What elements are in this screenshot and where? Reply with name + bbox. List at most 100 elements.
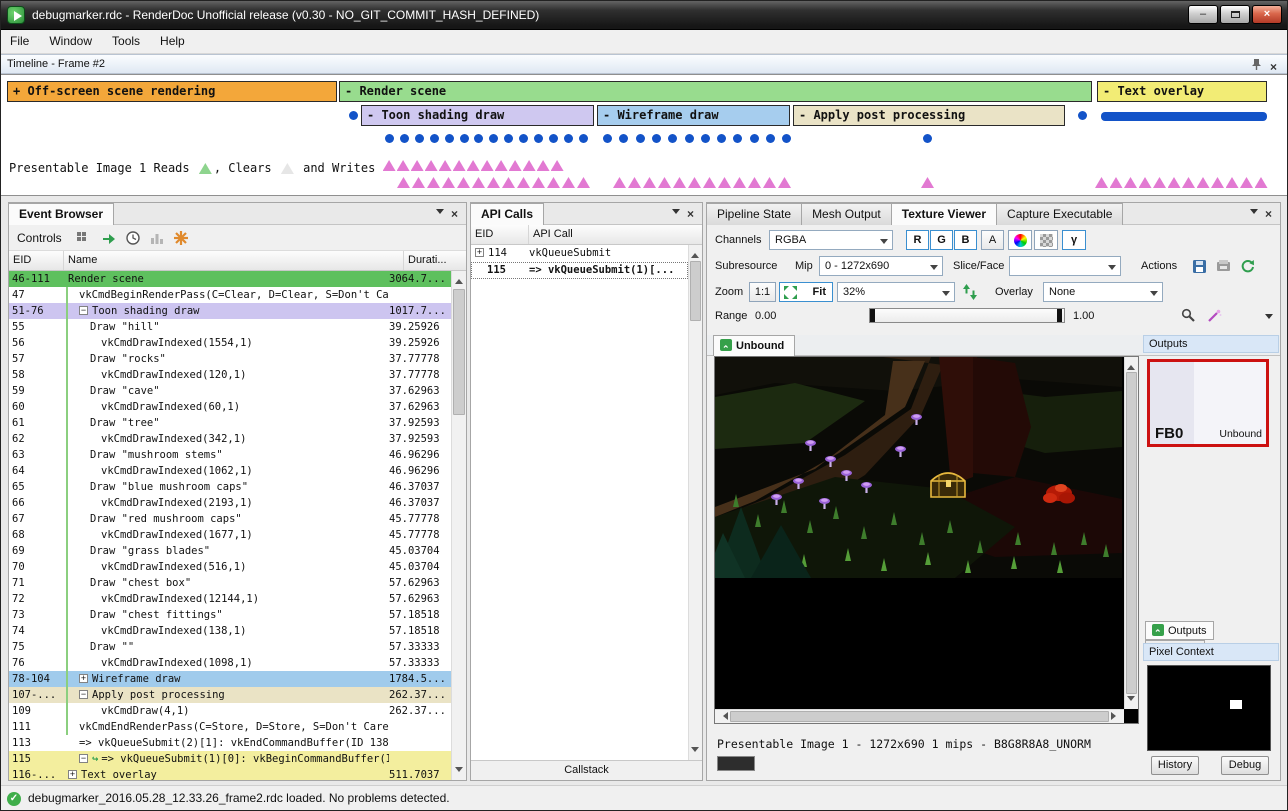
expand-toggle-icon[interactable]: +	[475, 248, 484, 257]
range-options-icon[interactable]	[1265, 314, 1273, 323]
timeline-panel[interactable]: + Off-screen scene rendering - Render sc…	[0, 74, 1288, 196]
draw-marker-dot[interactable]	[430, 134, 439, 143]
gamma-button[interactable]: γ	[1062, 230, 1086, 250]
panel-close-icon[interactable]: ×	[1261, 207, 1276, 221]
scroll-down-icon[interactable]	[455, 767, 463, 776]
scrollbar-thumb[interactable]	[730, 711, 1109, 722]
draw-marker-dot[interactable]	[923, 134, 932, 143]
draw-marker-dot[interactable]	[579, 134, 588, 143]
magnifier-icon[interactable]	[1181, 308, 1196, 323]
event-row-74[interactable]: 74vkCmdDrawIndexed(138,1)57.18518	[9, 623, 451, 639]
api-row-115[interactable]: 115=> vkQueueSubmit(1)[...	[471, 262, 688, 279]
event-row-66[interactable]: 66vkCmdDrawIndexed(2193,1)46.37037	[9, 495, 451, 511]
event-row-63[interactable]: 63Draw "mushroom stems"46.96296	[9, 447, 451, 463]
refresh-icon[interactable]	[1240, 259, 1255, 274]
event-row-71[interactable]: 71Draw "chest box"57.62963	[9, 575, 451, 591]
panel-menu-icon[interactable]	[436, 209, 444, 218]
panel-close-icon[interactable]: ×	[447, 207, 462, 221]
draw-marker-dot[interactable]	[445, 134, 454, 143]
zoom-fit-button[interactable]: Fit	[779, 282, 833, 302]
scrollbar-thumb[interactable]	[1126, 372, 1137, 694]
expand-toggle-icon[interactable]: +	[68, 770, 77, 779]
timeline-header[interactable]: Timeline - Frame #2 ×	[0, 54, 1288, 74]
draw-marker-dot[interactable]	[519, 134, 528, 143]
event-row-113[interactable]: 113=> vkQueueSubmit(2)[1]: vkEndCommandB…	[9, 735, 451, 751]
panel-menu-icon[interactable]	[1250, 209, 1258, 218]
draw-marker-dot[interactable]	[534, 134, 543, 143]
event-row-62[interactable]: 62vkCmdDrawIndexed(342,1)37.92593	[9, 431, 451, 447]
zoom-1to1-button[interactable]: 1:1	[749, 282, 776, 302]
draw-marker-dot[interactable]	[685, 134, 694, 143]
draw-marker-dot[interactable]	[549, 134, 558, 143]
tab-pipeline-state[interactable]: Pipeline State	[706, 203, 802, 225]
draw-marker-dot[interactable]	[766, 134, 775, 143]
event-row-47[interactable]: 47vkCmdBeginRenderPass(C=Clear, D=Clear,…	[9, 287, 451, 303]
timeline-bar-offscreen[interactable]: + Off-screen scene rendering	[7, 81, 337, 102]
event-row-46-111[interactable]: 46-111Render scene3064.7...	[9, 271, 451, 287]
draw-marker-dot[interactable]	[782, 134, 791, 143]
draw-marker-dot[interactable]	[474, 134, 483, 143]
event-row-64[interactable]: 64vkCmdDrawIndexed(1062,1)46.96296	[9, 463, 451, 479]
event-row-73[interactable]: 73Draw "chest fittings"57.18518	[9, 607, 451, 623]
panel-close-icon[interactable]: ×	[683, 207, 698, 221]
column-duration[interactable]: Durati...	[404, 251, 466, 270]
menu-window[interactable]: Window	[39, 30, 102, 52]
scrollbar-thumb[interactable]	[453, 289, 465, 415]
close-button[interactable]: ×	[1252, 5, 1282, 24]
tab-texture-viewer[interactable]: Texture Viewer	[891, 203, 997, 225]
maximize-button[interactable]	[1220, 5, 1250, 24]
timeline-bar-post-processing[interactable]: - Apply post processing	[793, 105, 1065, 126]
event-row-69[interactable]: 69Draw "grass blades"45.03704	[9, 543, 451, 559]
event-row-55[interactable]: 55Draw "hill"39.25926	[9, 319, 451, 335]
event-row-70[interactable]: 70vkCmdDrawIndexed(516,1)45.03704	[9, 559, 451, 575]
event-row-51-76[interactable]: 51-76−Toon shading draw1017.7...	[9, 303, 451, 319]
channel-g-button[interactable]: G	[930, 230, 953, 250]
draw-marker-dot[interactable]	[1078, 111, 1087, 120]
event-row-78-104[interactable]: 78-104+Wireframe draw1784.5...	[9, 671, 451, 687]
flip-y-icon[interactable]	[963, 284, 977, 300]
mip-select[interactable]: 0 - 1272x690	[819, 256, 943, 276]
save-icon[interactable]	[1192, 259, 1207, 274]
draw-marker-dot[interactable]	[400, 134, 409, 143]
clock-icon[interactable]	[125, 230, 141, 246]
event-row-72[interactable]: 72vkCmdDrawIndexed(12144,1)57.62963	[9, 591, 451, 607]
collapse-toggle-icon[interactable]: −	[79, 690, 88, 699]
timeline-bar-toon-shading[interactable]: - Toon shading draw	[361, 105, 594, 126]
texture-image[interactable]	[715, 357, 1122, 578]
range-black-handle[interactable]	[870, 309, 875, 322]
draw-marker-dot[interactable]	[415, 134, 424, 143]
draw-marker-dot[interactable]	[636, 134, 645, 143]
menu-help[interactable]: Help	[150, 30, 195, 52]
event-row-109[interactable]: 109vkCmdDraw(4,1)262.37...	[9, 703, 451, 719]
panel-menu-icon[interactable]	[672, 209, 680, 218]
event-row-60[interactable]: 60vkCmdDrawIndexed(60,1)37.62963	[9, 399, 451, 415]
fb0-thumbnail[interactable]: FB0 Unbound	[1147, 359, 1269, 447]
scroll-down-icon[interactable]	[691, 747, 699, 756]
export-icon[interactable]	[1216, 259, 1231, 274]
event-row-58[interactable]: 58vkCmdDrawIndexed(120,1)37.77778	[9, 367, 451, 383]
menu-file[interactable]: File	[0, 30, 39, 52]
draw-marker-dot[interactable]	[733, 134, 742, 143]
event-row-65[interactable]: 65Draw "blue mushroom caps"46.37037	[9, 479, 451, 495]
column-name[interactable]: Name	[64, 251, 404, 270]
draw-marker-dot[interactable]	[619, 134, 628, 143]
expand-toggle-icon[interactable]: +	[79, 674, 88, 683]
tab-outputs[interactable]: Outputs	[1145, 621, 1214, 640]
event-browser-scrollbar[interactable]	[451, 271, 466, 780]
timeline-bar-render-scene[interactable]: - Render scene	[339, 81, 1092, 102]
draw-marker-dot[interactable]	[701, 134, 710, 143]
range-white-handle[interactable]	[1057, 309, 1062, 322]
bookmark-arrow-icon[interactable]	[101, 230, 117, 246]
collapse-toggle-icon[interactable]: −	[79, 754, 88, 763]
api-calls-scrollbar[interactable]	[688, 245, 702, 760]
scroll-right-icon[interactable]	[1111, 712, 1120, 720]
grid-icon[interactable]	[75, 230, 91, 246]
event-row-67[interactable]: 67Draw "red mushroom caps"45.77778	[9, 511, 451, 527]
menu-tools[interactable]: Tools	[102, 30, 150, 52]
channel-r-button[interactable]: R	[906, 230, 929, 250]
draw-marker-dot[interactable]	[385, 134, 394, 143]
checkerboard-button[interactable]	[1034, 230, 1058, 250]
event-row-76[interactable]: 76vkCmdDrawIndexed(1098,1)57.33333	[9, 655, 451, 671]
draw-marker-dot[interactable]	[717, 134, 726, 143]
event-row-56[interactable]: 56vkCmdDrawIndexed(1554,1)39.25926	[9, 335, 451, 351]
